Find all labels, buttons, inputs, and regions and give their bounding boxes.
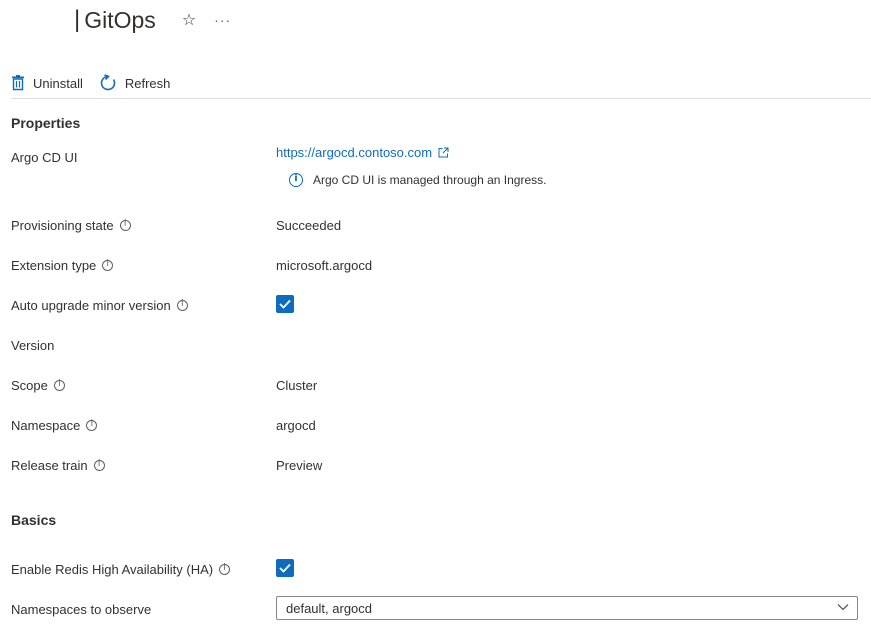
namespaces-to-observe-value: default, argocd bbox=[286, 600, 373, 616]
extension-type-label: Extension type bbox=[11, 258, 114, 273]
extension-type-value: microsoft.argocd bbox=[276, 258, 373, 273]
chevron-down-icon bbox=[837, 604, 849, 611]
namespace-label: Namespace bbox=[11, 418, 98, 433]
extension-type-info-icon[interactable] bbox=[102, 259, 114, 271]
argo-cd-ui-label: Argo CD UI bbox=[11, 150, 78, 165]
scope-label: Scope bbox=[11, 378, 65, 393]
refresh-label: Refresh bbox=[124, 75, 171, 91]
properties-section-title: Properties bbox=[11, 115, 81, 131]
more-options-icon[interactable]: ··· bbox=[214, 12, 231, 28]
command-bar: Uninstall Refresh bbox=[11, 68, 871, 99]
checkmark-icon bbox=[279, 299, 291, 309]
release-train-value: Preview bbox=[276, 458, 323, 473]
page-title: GitOps bbox=[84, 6, 156, 33]
scope-info-icon[interactable] bbox=[53, 379, 65, 391]
refresh-button[interactable]: Refresh bbox=[99, 74, 171, 92]
external-link-icon bbox=[438, 147, 449, 158]
title-separator: | bbox=[74, 6, 81, 33]
release-train-info-icon[interactable] bbox=[93, 459, 105, 471]
uninstall-button[interactable]: Uninstall bbox=[11, 75, 83, 91]
checkmark-icon bbox=[279, 563, 291, 573]
info-icon bbox=[289, 173, 303, 187]
redis-ha-label: Enable Redis High Availability (HA) bbox=[11, 562, 231, 577]
scope-value: Cluster bbox=[276, 378, 318, 393]
basics-section-title: Basics bbox=[11, 512, 57, 528]
namespace-info-icon[interactable] bbox=[86, 419, 98, 431]
uninstall-label: Uninstall bbox=[33, 75, 83, 91]
namespace-value: argocd bbox=[276, 418, 316, 433]
refresh-icon bbox=[100, 74, 116, 91]
gitops-extension-page: | GitOps ☆ ··· Uninstall Refresh Propert… bbox=[0, 0, 871, 635]
argo-cd-ui-value: https://argocd.contoso.com bbox=[276, 145, 449, 160]
provisioning-state-info-icon[interactable] bbox=[119, 219, 131, 231]
page-header: | GitOps ☆ ··· bbox=[74, 4, 231, 36]
auto-upgrade-label: Auto upgrade minor version bbox=[11, 298, 188, 313]
auto-upgrade-checkbox[interactable] bbox=[276, 295, 294, 313]
argo-cd-ui-link[interactable]: https://argocd.contoso.com bbox=[276, 145, 449, 160]
namespaces-to-observe-label: Namespaces to observe bbox=[11, 602, 152, 617]
provisioning-state-label: Provisioning state bbox=[11, 218, 131, 233]
version-label: Version bbox=[11, 338, 55, 353]
provisioning-state-value: Succeeded bbox=[276, 218, 342, 233]
namespaces-to-observe-dropdown[interactable]: default, argocd bbox=[276, 596, 858, 620]
redis-ha-info-icon[interactable] bbox=[219, 563, 231, 575]
release-train-label: Release train bbox=[11, 458, 105, 473]
trash-icon bbox=[12, 75, 24, 91]
favorite-star-icon[interactable]: ☆ bbox=[182, 10, 196, 30]
redis-ha-checkbox[interactable] bbox=[276, 559, 294, 577]
argo-cd-ingress-note: Argo CD UI is managed through an Ingress… bbox=[289, 173, 546, 187]
auto-upgrade-info-icon[interactable] bbox=[176, 299, 188, 311]
